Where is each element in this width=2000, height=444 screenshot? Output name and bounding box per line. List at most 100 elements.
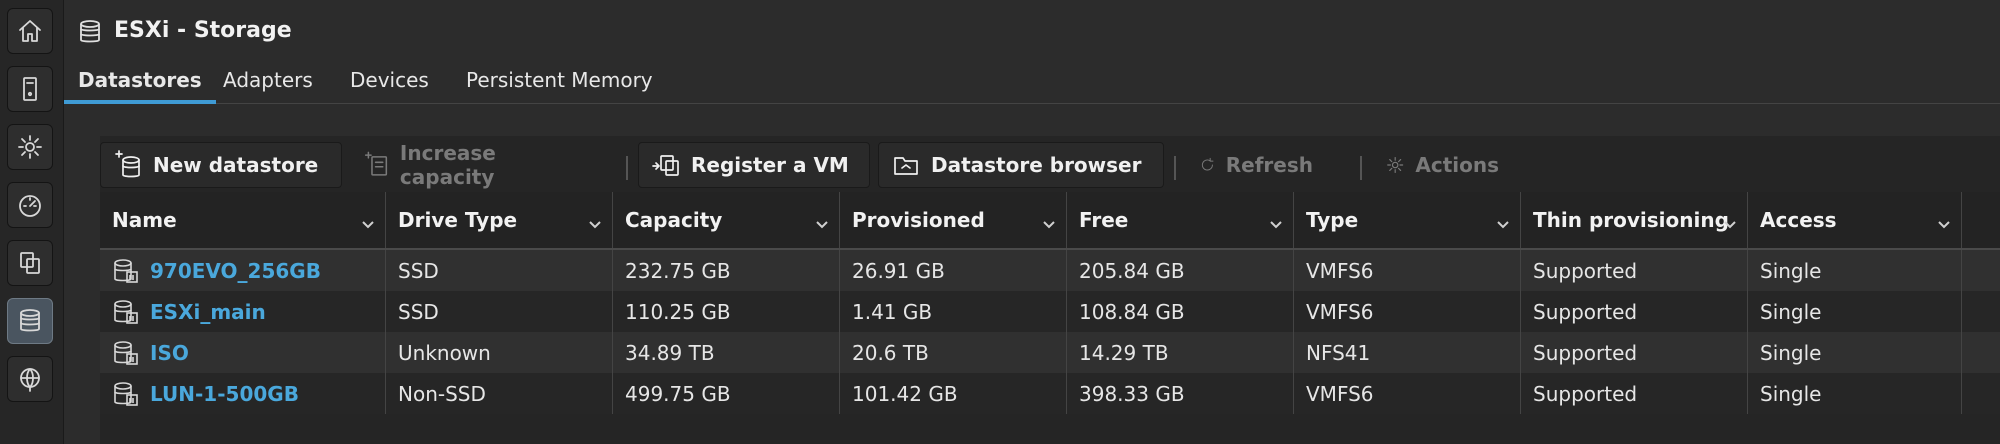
chevron-down-icon[interactable]	[1937, 213, 1951, 229]
nav-host-button[interactable]	[7, 66, 53, 112]
datastore-icon	[112, 380, 140, 408]
cell-name: ESXi_main	[100, 291, 386, 332]
chevron-down-icon[interactable]	[815, 213, 829, 229]
chevron-down-icon[interactable]	[1496, 213, 1510, 229]
column-header-provisioned[interactable]: Provisioned	[840, 192, 1067, 248]
cell-provisioned: 26.91 GB	[840, 250, 1067, 291]
actions-button[interactable]: Actions	[1372, 142, 1512, 188]
app-window: ESXi - Storage Datastores Adapters Devic…	[0, 0, 2000, 444]
chevron-down-icon[interactable]	[361, 213, 375, 229]
nav-home-button[interactable]	[7, 8, 53, 54]
actions-label: Actions	[1415, 153, 1499, 177]
tab-adapters[interactable]: Adapters	[209, 66, 327, 104]
cell-name: ISO	[100, 332, 386, 373]
nav-virtual-machines-button[interactable]	[7, 240, 53, 286]
new-datastore-button[interactable]: New datastore	[100, 142, 342, 188]
settings-icon	[18, 135, 42, 159]
storage-icon	[76, 18, 104, 46]
chevron-down-icon[interactable]	[1042, 213, 1056, 229]
monitor-icon	[19, 195, 41, 217]
datastore-browser-button[interactable]: Datastore browser	[878, 142, 1164, 188]
cell-free: 14.29 TB	[1067, 332, 1294, 373]
datastore-link[interactable]: ESXi_main	[150, 300, 266, 324]
cell-thin-provisioning: Supported	[1521, 373, 1748, 414]
cell-type: VMFS6	[1294, 373, 1521, 414]
cell-access: Single	[1748, 373, 1962, 414]
cell-drive-type: Unknown	[386, 332, 613, 373]
cell-name: 970EVO_256GB	[100, 250, 386, 291]
main-content: ESXi - Storage Datastores Adapters Devic…	[64, 0, 2000, 444]
column-header-type[interactable]: Type	[1294, 192, 1521, 248]
host-icon	[23, 77, 37, 101]
nav-monitor-button[interactable]	[7, 182, 53, 228]
table-row[interactable]: ISO Unknown 34.89 TB 20.6 TB 14.29 TB NF…	[100, 332, 2000, 373]
increase-capacity-icon	[364, 151, 388, 176]
page-title: ESXi - Storage	[114, 18, 292, 43]
column-header-thin-provisioning[interactable]: Thin provisioning	[1521, 192, 1748, 248]
storage-icon	[20, 309, 40, 332]
cell-capacity: 232.75 GB	[613, 250, 840, 291]
gear-icon	[1387, 156, 1404, 174]
cell-thin-provisioning: Supported	[1521, 332, 1748, 373]
datastore-link[interactable]: 970EVO_256GB	[150, 259, 321, 283]
cell-capacity: 110.25 GB	[613, 291, 840, 332]
table-row[interactable]: ESXi_main SSD 110.25 GB 1.41 GB 108.84 G…	[100, 291, 2000, 332]
cell-thin-provisioning: Supported	[1521, 250, 1748, 291]
column-header-drive-type[interactable]: Drive Type	[386, 192, 613, 248]
datastore-link[interactable]: ISO	[150, 341, 189, 365]
datastore-icon	[112, 298, 140, 326]
datastore-icon	[112, 257, 140, 285]
cell-access: Single	[1748, 250, 1962, 291]
register-vm-button[interactable]: Register a VM	[638, 142, 870, 188]
nav-networking-button[interactable]	[7, 356, 53, 402]
networking-icon	[20, 368, 40, 392]
cell-drive-type: SSD	[386, 250, 613, 291]
folder-icon	[894, 157, 918, 175]
toolbar-separator	[626, 156, 628, 180]
datastore-link[interactable]: LUN-1-500GB	[150, 382, 299, 406]
cell-type: NFS41	[1294, 332, 1521, 373]
cell-free: 205.84 GB	[1067, 250, 1294, 291]
chevron-down-icon[interactable]	[1723, 213, 1737, 229]
cell-drive-type: Non-SSD	[386, 373, 613, 414]
datastores-table: Name Drive Type Capacity Provisioned Fre…	[100, 192, 2000, 414]
nav-manage-button[interactable]	[7, 124, 53, 170]
table-header: Name Drive Type Capacity Provisioned Fre…	[100, 192, 2000, 250]
nav-storage-button[interactable]	[7, 298, 53, 344]
increase-capacity-label: Increase capacity	[399, 141, 496, 189]
column-header-access[interactable]: Access	[1748, 192, 1962, 248]
cell-access: Single	[1748, 332, 1962, 373]
cell-free: 108.84 GB	[1067, 291, 1294, 332]
virtual-machines-icon	[20, 252, 40, 274]
increase-capacity-button[interactable]: Increase capacity	[350, 141, 590, 189]
new-datastore-icon	[115, 150, 140, 178]
tab-devices[interactable]: Devices	[336, 66, 443, 104]
toolbar: New datastore Increase capacity Register…	[100, 140, 2000, 190]
datastores-panel: New datastore Increase capacity Register…	[100, 136, 2000, 444]
cell-type: VMFS6	[1294, 250, 1521, 291]
column-header-free[interactable]: Free	[1067, 192, 1294, 248]
tab-persistent-memory[interactable]: Persistent Memory	[452, 66, 667, 104]
toolbar-separator	[1360, 156, 1362, 180]
datastore-browser-label: Datastore browser	[931, 153, 1142, 177]
new-datastore-label: New datastore	[153, 153, 319, 177]
cell-name: LUN-1-500GB	[100, 373, 386, 414]
tab-datastores[interactable]: Datastores	[64, 66, 216, 104]
refresh-icon	[1201, 157, 1214, 171]
table-row[interactable]: LUN-1-500GB Non-SSD 499.75 GB 101.42 GB …	[100, 373, 2000, 414]
cell-provisioned: 20.6 TB	[840, 332, 1067, 373]
chevron-down-icon[interactable]	[588, 213, 602, 229]
table-row[interactable]: 970EVO_256GB SSD 232.75 GB 26.91 GB 205.…	[100, 250, 2000, 291]
cell-free: 398.33 GB	[1067, 373, 1294, 414]
refresh-button[interactable]: Refresh	[1186, 142, 1326, 188]
chevron-down-icon[interactable]	[1269, 213, 1283, 229]
home-icon	[19, 20, 41, 42]
nav-rail	[0, 0, 64, 444]
datastore-icon	[112, 339, 140, 367]
column-header-capacity[interactable]: Capacity	[613, 192, 840, 248]
column-header-name[interactable]: Name	[100, 192, 386, 248]
toolbar-separator	[1174, 156, 1176, 180]
cell-capacity: 34.89 TB	[613, 332, 840, 373]
tab-bar: Datastores Adapters Devices Persistent M…	[64, 62, 2000, 104]
cell-access: Single	[1748, 291, 1962, 332]
